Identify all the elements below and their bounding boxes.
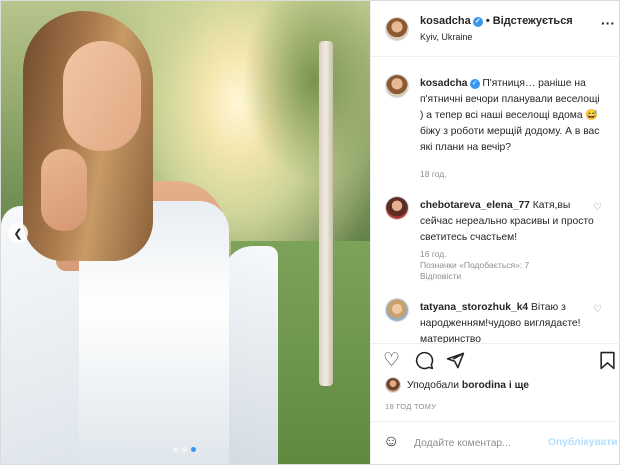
- action-bar: ♡: [371, 343, 620, 375]
- chevron-left-icon: ❮: [13, 227, 23, 240]
- caption-time[interactable]: 18 год.: [420, 169, 447, 180]
- follow-status-button[interactable]: Відстежується: [493, 15, 573, 27]
- post-header: kosadcha ✓ • Відстежується Kyiv, Ukraine …: [371, 1, 620, 57]
- share-icon[interactable]: [446, 351, 465, 375]
- emoji-icon[interactable]: ☺: [383, 433, 399, 451]
- comment-like-heart-icon[interactable]: ♡: [593, 202, 602, 213]
- likes-prefix: Уподобали: [407, 380, 460, 391]
- post-side-panel: kosadcha ✓ • Відстежується Kyiv, Ukraine …: [370, 1, 620, 464]
- liker-avatar[interactable]: [385, 377, 401, 393]
- carousel-dots: [173, 447, 196, 452]
- likes-summary: Уподобали borodina і ще: [371, 375, 620, 397]
- comments-section: kosadcha ✓ П'ятниця… раніше на п'ятничні …: [371, 58, 620, 343]
- liker-username[interactable]: borodina: [462, 380, 506, 391]
- instagram-post: ❮ kosadcha ✓ • Відстежується Kyiv, Ukrain…: [0, 0, 620, 465]
- post-photo[interactable]: ❮: [1, 1, 370, 464]
- author-username[interactable]: kosadcha: [420, 15, 471, 27]
- heart-icon[interactable]: ♡: [383, 351, 400, 371]
- commenter-avatar[interactable]: [385, 298, 409, 322]
- verified-badge-icon: ✓: [469, 79, 480, 89]
- likes-more-link[interactable]: і ще: [509, 380, 529, 391]
- verified-badge-icon: ✓: [472, 17, 483, 27]
- commenter-avatar[interactable]: [385, 196, 409, 220]
- carousel-prev-button[interactable]: ❮: [8, 223, 28, 243]
- add-comment-bar: ☺ Опублікувати: [371, 421, 620, 464]
- comment-username[interactable]: tatyana_storozhuk_k4: [420, 302, 528, 313]
- carousel-dot: [182, 447, 187, 452]
- caption-avatar[interactable]: [385, 74, 409, 98]
- publish-button[interactable]: Опублікувати: [548, 437, 618, 448]
- carousel-dot-active: [191, 447, 196, 452]
- more-options-icon[interactable]: ···: [601, 15, 615, 31]
- comment-icon[interactable]: [415, 351, 434, 375]
- bookmark-icon[interactable]: [599, 351, 616, 375]
- comment-likes-count[interactable]: Позначки «Подобається»: 7: [420, 260, 529, 271]
- post-location[interactable]: Kyiv, Ukraine: [420, 32, 472, 42]
- carousel-dot: [173, 447, 178, 452]
- comment-username[interactable]: chebotareva_elena_77: [420, 200, 530, 211]
- caption-username[interactable]: kosadcha: [420, 78, 468, 89]
- author-avatar[interactable]: [385, 17, 409, 41]
- reply-button[interactable]: Відповісти: [420, 271, 529, 282]
- comment-like-heart-icon[interactable]: ♡: [593, 304, 602, 315]
- caption-text: П'ятниця… раніше на п'ятничні вечори пла…: [420, 78, 600, 153]
- photo-background: [231, 1, 370, 201]
- comment-input[interactable]: [414, 434, 544, 452]
- post-timestamp[interactable]: 18 ГОД ТОМУ: [385, 402, 436, 411]
- header-separator: •: [485, 15, 490, 27]
- comment-time[interactable]: 16 год.: [420, 249, 529, 260]
